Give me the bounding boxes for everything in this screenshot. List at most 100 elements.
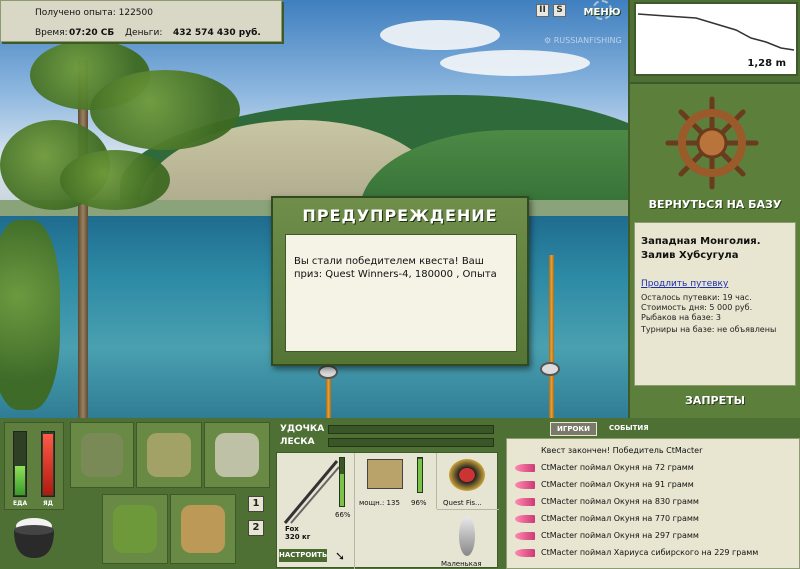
cloud [380, 20, 500, 50]
ship-wheel-icon[interactable] [664, 95, 760, 191]
experience-label: Получено опыта: [35, 8, 116, 18]
chat-panel: ИГРОКИ СОБЫТИЯ Квест закончен! Победител… [504, 420, 800, 569]
sound-button[interactable]: S [553, 4, 566, 17]
rod-name: Fox [285, 525, 299, 533]
back-to-base-button[interactable]: ВЕРНУТЬСЯ НА БАЗУ [630, 198, 800, 216]
rod-right[interactable] [549, 255, 554, 418]
location-line1: Западная Монголия. [641, 236, 761, 247]
menu-button[interactable]: МЕНЮ [580, 0, 624, 24]
chat-tabs: ИГРОКИ СОБЫТИЯ [550, 422, 655, 436]
arrow-icon[interactable]: ➘ [335, 549, 345, 563]
tree-trunk [78, 60, 88, 418]
day-cost: Стоимость дня: 5 000 руб. [641, 303, 753, 312]
money-value: 432 574 430 руб. [173, 28, 261, 38]
depth-chart: 1,28 m [634, 2, 798, 76]
reel-power: мощн.: 135 [359, 499, 400, 507]
chat-message-text: CtMacter поймал Окуня на 72 грамм [541, 463, 694, 472]
inventory-slot-basket[interactable] [102, 494, 168, 564]
inventory-slot-sack[interactable] [136, 422, 202, 488]
inventory-slot-bucket[interactable] [170, 494, 236, 564]
chat-message-text: CtMacter поймал Окуня на 297 грамм [541, 531, 699, 540]
sack-icon [147, 433, 191, 477]
line-tension-bar [328, 438, 494, 447]
line-label: ЛЕСКА [280, 437, 315, 447]
net-icon [215, 433, 259, 477]
chat-message-text: CtMacter поймал Окуня на 91 грамм [541, 480, 694, 489]
depth-value: 1,28 m [747, 58, 786, 69]
food-fill [15, 466, 25, 495]
chat-message: CtMacter поймал Окуня на 72 грамм [515, 460, 694, 476]
tree-foliage [60, 150, 170, 210]
money-label: Деньги: [125, 28, 163, 38]
bans-button[interactable]: ЗАПРЕТЫ [630, 394, 800, 412]
chat-message-text: CtMacter поймал Окуня на 770 грамм [541, 514, 699, 523]
reel-percent: 96% [411, 499, 427, 507]
food-bar [13, 431, 27, 497]
reel-durability-bar [417, 457, 423, 493]
time-label: Время: [35, 28, 68, 38]
reel-icon [367, 459, 403, 489]
location-name: Западная Монголия. Залив Хубсугула [641, 235, 761, 263]
inventory-page-2[interactable]: 2 [248, 520, 264, 536]
reel-left[interactable] [318, 365, 338, 379]
location-line2: Залив Хубсугула [641, 250, 739, 261]
depth-line [637, 13, 795, 51]
food-label: ЕДА [13, 500, 28, 507]
bag-icon [81, 433, 123, 477]
menu-label: МЕНЮ [583, 7, 621, 18]
trip-remaining: Осталось путевки: 19 час. [641, 293, 752, 302]
game-window: ⚙ RUSSIANFISHING Получено опыта: 122500 … [0, 0, 800, 569]
cauldron-icon[interactable] [8, 512, 60, 562]
poison-fill [43, 434, 53, 495]
rod-icon [283, 460, 340, 524]
tree-foliage [90, 70, 240, 150]
tackle-header: УДОЧКА ЛЕСКА [276, 422, 498, 448]
tune-button[interactable]: НАСТРОИТЬ [279, 549, 327, 562]
bucket-icon [181, 505, 225, 553]
rod-tension-bar [328, 425, 494, 434]
spinner-lure-icon [459, 516, 475, 556]
pause-button[interactable]: II [536, 4, 549, 17]
lure-icon [515, 497, 535, 506]
tackle-panel: 66% Fox 320 кг НАСТРОИТЬ ➘ мощн.: 135 96… [276, 452, 499, 569]
reel-cell[interactable]: мощн.: 135 96% [355, 453, 437, 509]
line-spool-icon [449, 459, 485, 491]
lure-cell[interactable]: Маленькая [437, 509, 499, 569]
chat-message-text: CtMacter поймал Хариуса сибирского на 22… [541, 548, 759, 557]
dialog-message: Вы стали победителем квеста! Ваш приз: Q… [285, 234, 517, 352]
experience-value: 122500 [118, 8, 153, 18]
chat-message: CtMacter поймал Хариуса сибирского на 22… [515, 545, 758, 561]
fishers-count: Рыбаков на базе: 3 [641, 313, 721, 322]
tab-players[interactable]: ИГРОКИ [550, 422, 597, 436]
vegetable-basket-icon [113, 505, 157, 553]
chat-message-text: Квест закончен! Победитель CtMacter [541, 446, 703, 455]
chat-message: Квест закончен! Победитель CtMacter [541, 443, 702, 459]
inventory-page-1[interactable]: 1 [248, 496, 264, 512]
rod-durability-bar [339, 457, 345, 507]
inventory-slot-bag[interactable] [70, 422, 134, 488]
lure-icon [515, 480, 535, 489]
rod-cell[interactable]: 66% Fox 320 кг НАСТРОИТЬ ➘ [277, 453, 355, 569]
warning-dialog[interactable]: ПРЕДУПРЕЖДЕНИЕ Вы стали победителем квес… [271, 196, 529, 366]
time-value: 07:20 СБ [69, 28, 115, 38]
chat-message: CtMacter поймал Окуня на 770 грамм [515, 511, 699, 527]
rod-label: УДОЧКА [280, 424, 325, 434]
reel-right[interactable] [540, 362, 560, 376]
lure-icon [515, 463, 535, 472]
chat-message: CtMacter поймал Окуня на 830 грамм [515, 494, 699, 510]
tab-events[interactable]: СОБЫТИЯ [603, 422, 655, 436]
poison-label: ЯД [43, 500, 53, 507]
lure-icon [515, 548, 535, 557]
line-cell[interactable]: Quest Fis... [437, 453, 499, 509]
line-name: Quest Fis... [443, 499, 482, 507]
lure-icon [515, 531, 535, 540]
tournaments-info: Турниры на базе: не объявлены [641, 325, 777, 334]
chat-messages: Квест закончен! Победитель CtMacter CtMac… [506, 438, 800, 569]
experience-row: Получено опыта: 122500 [35, 8, 153, 18]
extend-trip-link[interactable]: Продлить путевку [641, 279, 728, 289]
poison-bar [41, 431, 55, 497]
rod-percent: 66% [335, 511, 351, 519]
lure-icon [515, 514, 535, 523]
inventory-slot-net[interactable] [204, 422, 270, 488]
reel-durability-fill [418, 459, 422, 492]
